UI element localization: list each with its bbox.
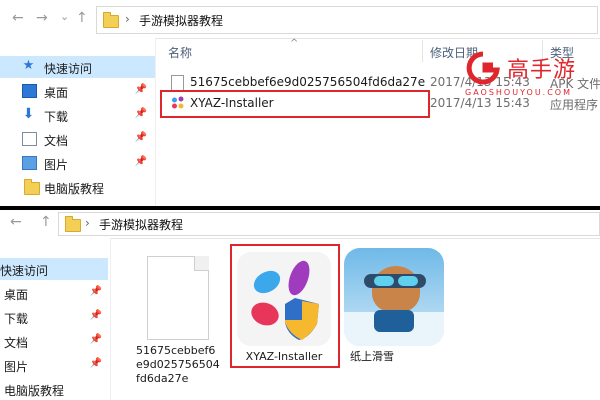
path-box[interactable]: › 手游模拟器教程 <box>96 6 598 34</box>
watermark-name: 高手游 <box>507 58 577 83</box>
recent-dropdown-icon[interactable]: ⌄ <box>60 10 69 23</box>
sidebar-item-desktop[interactable]: 桌面 📌 <box>0 282 110 304</box>
star-icon: ★ <box>22 58 35 73</box>
explorer-window-icon-view: ← ↑ › 手游模拟器教程 快速访问 桌面 📌 下载 📌 文档 📌 图片 📌 电… <box>0 210 600 400</box>
back-icon[interactable]: ← <box>10 214 22 230</box>
site-watermark: 高手游 GAOSHOUYOU.COM <box>465 50 595 110</box>
sidebar-item-downloads[interactable]: ⬇ 下载 📌 <box>0 104 155 126</box>
pin-icon[interactable]: 📌 <box>135 132 147 143</box>
tile-caption: 纸上滑雪 <box>350 350 394 363</box>
navigation-pane: 快速访问 桌面 📌 下载 📌 文档 📌 图片 📌 电脑版教程 <box>0 238 111 400</box>
pin-icon[interactable]: 📌 <box>90 286 102 297</box>
sort-up-icon: ^ <box>290 38 299 49</box>
pictures-icon <box>22 156 37 170</box>
path-segment[interactable]: 手游模拟器教程 <box>99 216 183 233</box>
file-tile[interactable]: 纸上滑雪 <box>344 248 444 364</box>
sidebar-item-documents[interactable]: 文档 📌 <box>0 330 110 352</box>
pin-icon[interactable]: 📌 <box>90 334 102 345</box>
sidebar-item-pictures[interactable]: 图片 📌 <box>0 354 110 376</box>
desktop-icon <box>22 84 37 98</box>
up-icon[interactable]: ↑ <box>40 214 52 230</box>
apk-file-icon <box>171 75 184 91</box>
column-divider <box>422 40 423 62</box>
forward-icon[interactable]: → <box>36 10 48 26</box>
pin-icon[interactable]: 📌 <box>135 84 147 95</box>
sidebar-item-quick-access[interactable]: ★ 快速访问 <box>0 56 155 78</box>
document-icon <box>22 132 37 146</box>
navigation-pane: ★ 快速访问 桌面 📌 ⬇ 下载 📌 文档 📌 图片 📌 电脑版教程 <box>0 38 156 206</box>
sidebar-item-quick-access[interactable]: 快速访问 <box>0 258 108 280</box>
sidebar-item-downloads[interactable]: 下载 📌 <box>0 306 110 328</box>
column-name-header[interactable]: 名称 <box>168 44 192 61</box>
chevron-right-icon: › <box>125 12 130 26</box>
pin-icon[interactable]: 📌 <box>90 358 102 369</box>
path-box[interactable]: › 手游模拟器教程 <box>58 212 600 236</box>
path-segment[interactable]: 手游模拟器教程 <box>139 12 223 29</box>
back-icon[interactable]: ← <box>12 10 24 26</box>
tile-caption: 51675cebbef6e9d025756504fd6da27e <box>136 344 220 385</box>
address-bar: ← ↑ › 手游模拟器教程 <box>0 210 600 239</box>
sidebar-item-desktop[interactable]: 桌面 📌 <box>0 80 155 102</box>
pin-icon[interactable]: 📌 <box>135 108 147 119</box>
watermark-url: GAOSHOUYOU.COM <box>465 88 573 97</box>
gaoshouyou-logo-icon <box>466 51 500 85</box>
chevron-right-icon: › <box>85 216 90 230</box>
pin-icon[interactable]: 📌 <box>90 310 102 321</box>
folder-icon <box>65 216 81 232</box>
highlight-box <box>230 244 340 368</box>
folder-icon <box>24 179 40 195</box>
ski-game-icon <box>344 248 444 346</box>
sidebar-item-pictures[interactable]: 图片 📌 <box>0 152 155 174</box>
up-icon[interactable]: ↑ <box>76 10 88 26</box>
folder-icon <box>103 12 119 28</box>
address-bar: ← → ⌄ ↑ › 手游模拟器教程 <box>0 0 600 39</box>
pin-icon[interactable]: 📌 <box>135 156 147 167</box>
sidebar-item-documents[interactable]: 文档 📌 <box>0 128 155 150</box>
sidebar-item-tutorials[interactable]: 电脑版教程 <box>0 378 110 400</box>
highlight-box <box>160 90 430 118</box>
sidebar-item-tutorials[interactable]: 电脑版教程 <box>0 176 155 198</box>
file-tile[interactable]: 51675cebbef6e9d025756504fd6da27e <box>128 250 228 386</box>
download-icon: ⬇ <box>22 106 35 122</box>
blank-file-icon <box>147 256 209 340</box>
